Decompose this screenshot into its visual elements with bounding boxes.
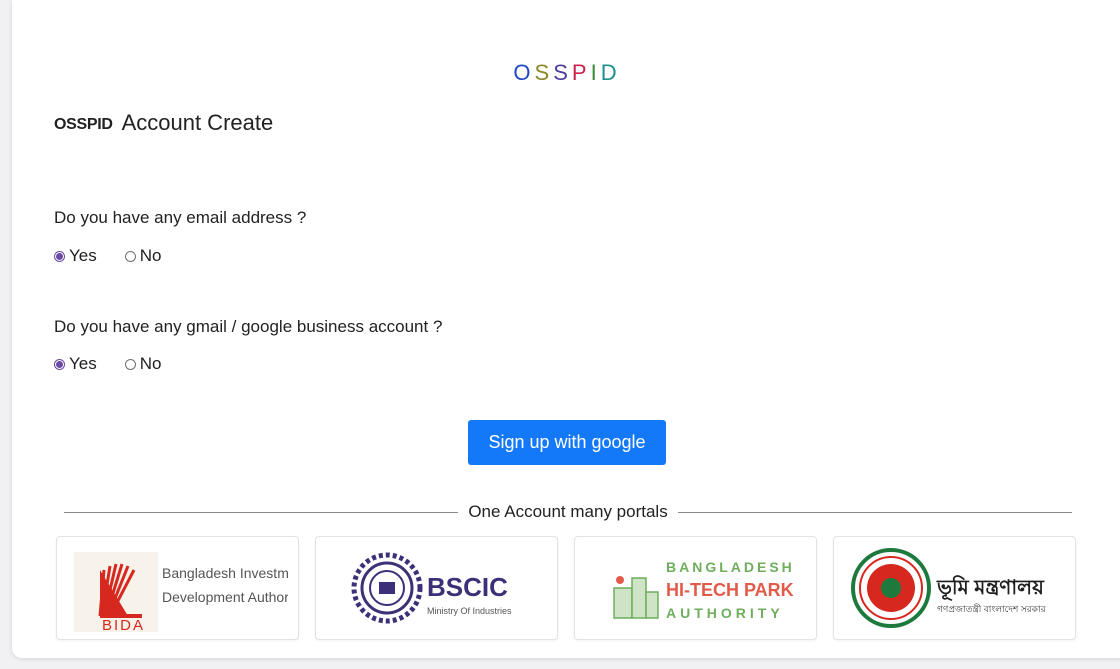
divider-line [677, 511, 1073, 513]
brand-letter: S [534, 60, 554, 85]
gmail-question: Do you have any gmail / google business … [54, 317, 443, 336]
bida-line2: Development Authority [162, 589, 288, 605]
hitech-line1: BANGLADESH [666, 559, 795, 575]
portals-divider: One Account many portals [64, 502, 1073, 522]
brand-letter: S [553, 60, 572, 85]
brand-letter: D [600, 60, 621, 85]
bscic-name: BSCIC [427, 572, 508, 602]
portal-land-ministry[interactable]: ভূমি মন্ত্রণালয় গণপ্রজাতন্ত্রী বাংলাদেশ… [833, 536, 1076, 640]
radio-unchecked-icon[interactable] [124, 250, 136, 262]
bida-abbr: BIDA [102, 617, 145, 634]
gmail-yes-radio[interactable]: Yes [54, 354, 97, 374]
title-brand: OSSPID [54, 116, 113, 133]
bida-line1: Bangladesh Investment [162, 565, 288, 581]
radio-label: Yes [69, 354, 97, 373]
title-text: Account Create [121, 110, 274, 135]
brand-letter: O [513, 60, 535, 85]
gmail-radio-group: Yes No [54, 354, 189, 374]
hitech-park-logo-icon: BANGLADESH HI-TECH PARK AUTHORITY [612, 559, 795, 621]
radio-label: No [139, 354, 162, 373]
email-question: Do you have any email address ? [54, 208, 307, 227]
email-no-radio[interactable]: No [124, 246, 162, 266]
hitech-line2: HI-TECH PARK [666, 580, 794, 600]
sign-up-with-google-button[interactable]: Sign up with google [468, 420, 666, 465]
gmail-no-radio[interactable]: No [124, 354, 162, 374]
email-radio-group: Yes No [54, 246, 189, 266]
radio-label: No [139, 246, 162, 265]
radio-checked-icon[interactable] [54, 250, 65, 262]
account-create-card: OSSPID OSSPID Account Create Do you have… [12, 0, 1120, 658]
portal-bida[interactable]: BIDA Bangladesh Investment Development A… [56, 536, 299, 640]
email-yes-radio[interactable]: Yes [54, 246, 97, 266]
radio-checked-icon[interactable] [54, 358, 65, 370]
divider-label: One Account many portals [468, 502, 668, 521]
portal-bscic[interactable]: BSCIC Ministry Of Industries [315, 536, 558, 640]
land-name: ভূমি মন্ত্রণালয় [936, 575, 1045, 601]
bscic-sub: Ministry Of Industries [427, 606, 512, 616]
portal-logos: BIDA Bangladesh Investment Development A… [56, 536, 1076, 640]
brand-letter: P [571, 60, 591, 85]
land-sub: গণপ্রজাতন্ত্রী বাংলাদেশ সরকার [937, 603, 1047, 614]
osspid-logo: OSSPID [12, 60, 1120, 86]
hitech-line3: AUTHORITY [666, 605, 784, 621]
land-ministry-logo-icon: ভূমি মন্ত্রণালয় গণপ্রজাতন্ত্রী বাংলাদেশ… [850, 548, 1047, 628]
radio-unchecked-icon[interactable] [124, 358, 136, 370]
portal-hitech-park[interactable]: BANGLADESH HI-TECH PARK AUTHORITY [574, 536, 817, 640]
radio-label: Yes [69, 246, 97, 265]
bscic-logo-icon: BSCIC Ministry Of Industries [351, 552, 512, 624]
divider-line [64, 511, 459, 513]
bida-logo-icon: BIDA Bangladesh Investment Development A… [73, 552, 288, 634]
page-title: OSSPID Account Create [54, 110, 273, 136]
brand-letter: I [590, 60, 601, 85]
